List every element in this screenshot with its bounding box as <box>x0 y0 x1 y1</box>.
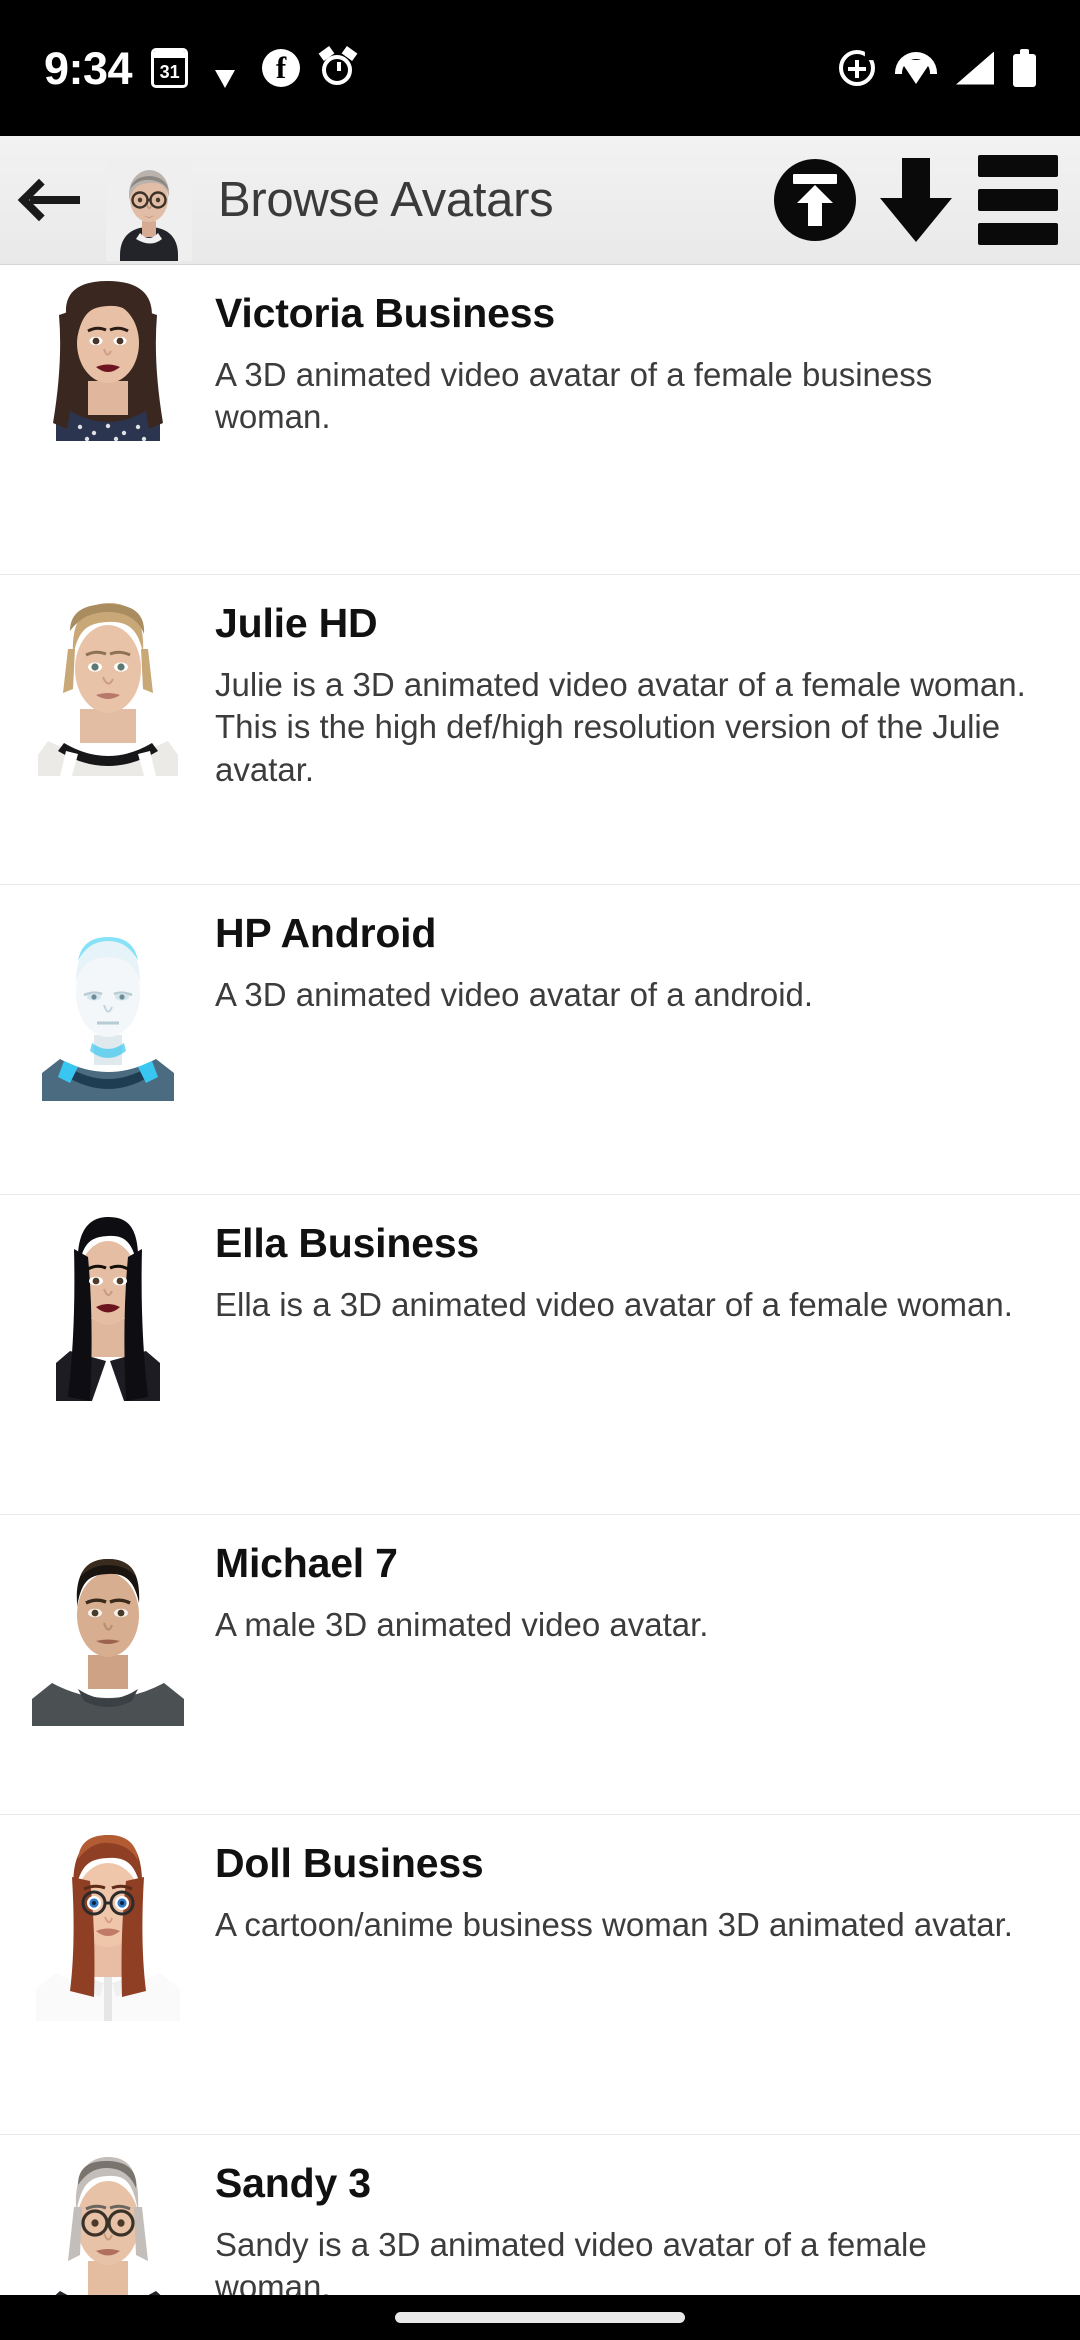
download-button[interactable] <box>870 153 962 247</box>
avatar-hp-android-image <box>7 931 208 1101</box>
list-item-description: Ella is a 3D animated video avatar of a … <box>215 1286 1013 1324</box>
battery-icon <box>1013 49 1036 87</box>
paw-glyph <box>219 55 231 68</box>
avatar-julie-image <box>7 591 208 776</box>
list-item-thumbnail <box>0 575 215 776</box>
upload-button[interactable] <box>768 153 862 247</box>
list-item-text: Michael 7 A male 3D animated video avata… <box>215 1515 1080 1646</box>
calendar-icon: 31 <box>151 48 189 88</box>
gesture-pill[interactable] <box>395 2312 685 2323</box>
location-pin-paw-icon <box>207 46 243 90</box>
list-item[interactable]: Ella Business Ella is a 3D animated vide… <box>0 1195 1080 1515</box>
list-item-text: HP Android A 3D animated video avatar of… <box>215 885 1080 1016</box>
list-item-thumbnail <box>0 1815 215 2021</box>
list-item-text: Julie HD Julie is a 3D animated video av… <box>215 575 1080 791</box>
download-arrow-icon <box>880 158 952 242</box>
back-arrow-icon <box>17 177 80 223</box>
list-item-text: Sandy 3 Sandy is a 3D animated video ava… <box>215 2135 1080 2309</box>
status-bar: 9:34 31 f <box>0 0 1080 136</box>
navigation-bar <box>0 2295 1080 2340</box>
list-item[interactable]: Doll Business A cartoon/anime business w… <box>0 1815 1080 2135</box>
list-item-title: Michael 7 <box>215 1540 398 1586</box>
status-clock: 9:34 <box>44 42 133 94</box>
upload-icon <box>774 159 856 241</box>
avatar-list: Victoria Business A 3D animated video av… <box>0 265 1080 2325</box>
list-item[interactable]: Victoria Business A 3D animated video av… <box>0 265 1080 575</box>
back-button[interactable] <box>0 136 104 265</box>
list-item-title: Julie HD <box>215 600 378 646</box>
avatar-ella-image <box>7 1211 208 1401</box>
avatar-michael-image <box>7 1551 208 1726</box>
list-item[interactable]: Michael 7 A male 3D animated video avata… <box>0 1515 1080 1815</box>
list-item-title: Doll Business <box>215 1840 484 1886</box>
hamburger-icon-line <box>978 155 1058 177</box>
list-item-thumbnail <box>0 265 215 441</box>
list-item-text: Doll Business A cartoon/anime business w… <box>215 1815 1080 1946</box>
list-item-description: Julie is a 3D animated video avatar of a… <box>215 666 1026 788</box>
list-item-thumbnail <box>0 885 215 1101</box>
list-item-description: A 3D animated video avatar of a android. <box>215 976 814 1014</box>
list-item-title: Ella Business <box>215 1220 480 1266</box>
list-item[interactable]: HP Android A 3D animated video avatar of… <box>0 885 1080 1195</box>
app-bar-avatar[interactable] <box>106 159 192 261</box>
list-item-description: A male 3D animated video avatar. <box>215 1606 709 1644</box>
avatar-doll-image <box>7 1831 208 2021</box>
hamburger-icon-line <box>978 223 1058 245</box>
cellular-signal-icon <box>956 51 994 85</box>
list-item-thumbnail <box>0 1515 215 1726</box>
avatar-victoria-image <box>7 281 208 441</box>
avatar-image <box>106 159 192 261</box>
wifi-icon <box>895 52 937 84</box>
list-item-description: A cartoon/anime business woman 3D animat… <box>215 1906 1013 1944</box>
status-bar-left: 9:34 31 f <box>44 42 358 94</box>
page-title: Browse Avatars <box>218 173 554 227</box>
app-bar: Browse Avatars <box>0 136 1080 265</box>
alarm-clock-icon <box>318 46 358 87</box>
app-bar-actions <box>768 153 1080 247</box>
sync-add-icon <box>838 49 876 87</box>
calendar-day-label: 31 <box>159 62 180 82</box>
menu-button[interactable] <box>970 153 1066 247</box>
list-item-title: Victoria Business <box>215 290 555 336</box>
list-item-text: Victoria Business A 3D animated video av… <box>215 265 1080 439</box>
list-item-title: HP Android <box>215 910 437 956</box>
list-item-thumbnail <box>0 1195 215 1401</box>
facebook-icon: f <box>262 49 301 87</box>
list-item-title: Sandy 3 <box>215 2160 371 2206</box>
list-item-description: A 3D animated video avatar of a female b… <box>215 356 933 436</box>
list-item[interactable]: Julie HD Julie is a 3D animated video av… <box>0 575 1080 885</box>
phone-screen: 9:34 31 f Browse Avatars Victoria Busine… <box>0 0 1080 2340</box>
status-bar-right <box>838 49 1036 87</box>
list-item-text: Ella Business Ella is a 3D animated vide… <box>215 1195 1080 1326</box>
hamburger-icon-line <box>978 189 1058 211</box>
